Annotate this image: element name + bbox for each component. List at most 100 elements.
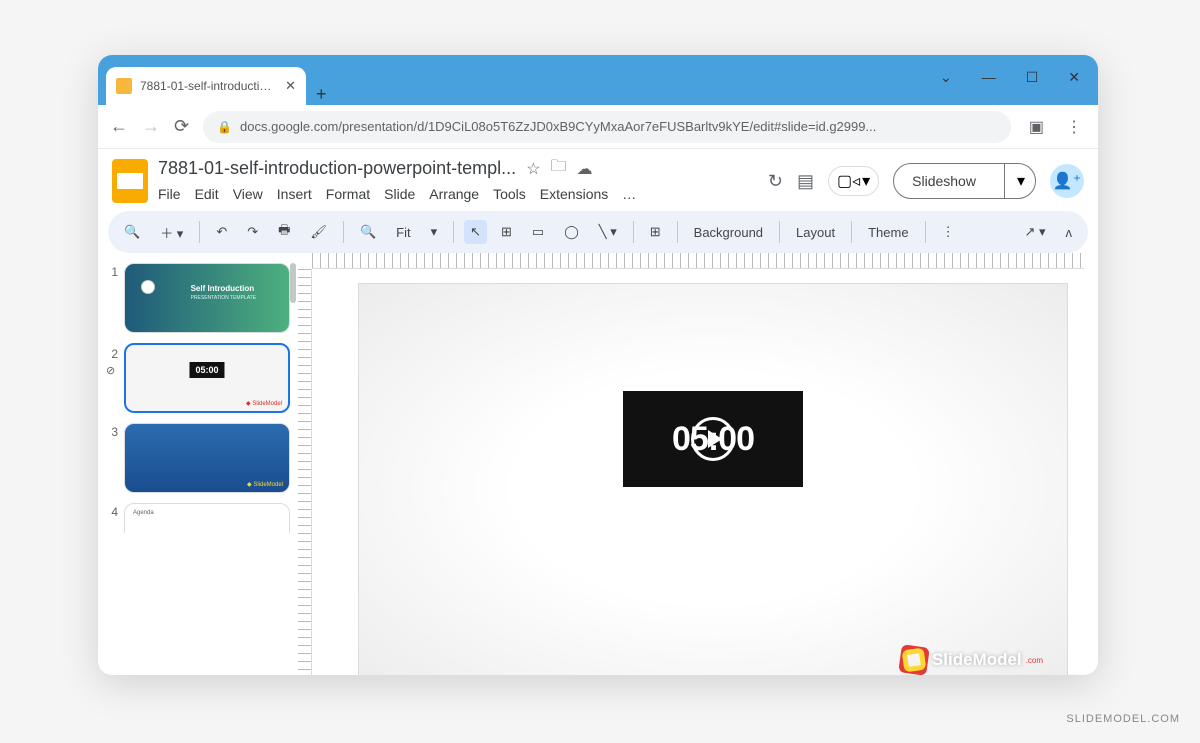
menu-arrange[interactable]: Arrange bbox=[429, 186, 479, 202]
cloud-status-icon[interactable]: ☁ bbox=[577, 159, 593, 179]
menu-view[interactable]: View bbox=[233, 186, 263, 202]
background-button[interactable]: Background bbox=[688, 221, 769, 244]
play-icon[interactable] bbox=[691, 417, 735, 461]
move-icon[interactable]: 🗀 bbox=[551, 155, 567, 182]
chevron-down-icon: ▾ bbox=[862, 171, 870, 191]
camera-icon: ▢◃ bbox=[837, 171, 860, 191]
thumb1-subtitle: PRESENTATION TEMPLATE bbox=[191, 295, 256, 301]
slideshow-button[interactable]: Slideshow bbox=[894, 166, 994, 196]
thumb-row-2: 2 ⊘ 05:00 ◆ SlideModel bbox=[106, 343, 290, 413]
nav-back-button[interactable]: ← bbox=[110, 116, 128, 137]
nav-forward-button[interactable]: → bbox=[142, 116, 160, 137]
divider bbox=[343, 221, 344, 243]
browser-menu-button[interactable]: ⋮ bbox=[1062, 113, 1086, 141]
video-placeholder[interactable]: 05:00 bbox=[623, 391, 803, 487]
install-app-icon[interactable]: ▣ bbox=[1025, 113, 1048, 141]
thumb-row-3: 3 ◆ SlideModel bbox=[106, 423, 290, 493]
meet-button[interactable]: ▢◃ ▾ bbox=[828, 166, 879, 196]
redo-button[interactable]: ↷ bbox=[241, 220, 264, 244]
ruler-horizontal bbox=[312, 253, 1084, 269]
thumb4-header: Agenda bbox=[133, 510, 154, 516]
slide-thumb-2[interactable]: 05:00 ◆ SlideModel bbox=[124, 343, 290, 413]
address-bar-row: ← → ⟳ 🔒 docs.google.com/presentation/d/1… bbox=[98, 105, 1098, 149]
shape-tool[interactable]: ◯ bbox=[558, 220, 585, 244]
slidemodel-logo: SlideModel .com bbox=[900, 646, 1043, 674]
ruler-vertical bbox=[298, 269, 312, 675]
thumb-number: 2 bbox=[106, 347, 118, 361]
app-header: 7881-01-self-introduction-powerpoint-tem… bbox=[98, 149, 1098, 203]
search-button[interactable]: 🔍 bbox=[118, 220, 146, 244]
browser-tab[interactable]: 7881-01-self-introduction-powe ✕ bbox=[106, 67, 306, 105]
window-close-button[interactable]: ✕ bbox=[1068, 69, 1080, 86]
divider bbox=[453, 221, 454, 243]
select-tool[interactable]: ↖ bbox=[464, 220, 487, 244]
menu-insert[interactable]: Insert bbox=[277, 186, 312, 202]
menu-format[interactable]: Format bbox=[326, 186, 370, 202]
new-slide-button[interactable]: ＋ ▾ bbox=[154, 219, 189, 246]
menu-edit[interactable]: Edit bbox=[195, 186, 219, 202]
app-logo[interactable] bbox=[112, 159, 148, 203]
address-bar[interactable]: 🔒 docs.google.com/presentation/d/1D9CiL0… bbox=[203, 111, 1011, 143]
divider bbox=[851, 221, 852, 243]
lock-icon: 🔒 bbox=[217, 120, 232, 134]
comment-tool[interactable]: ⊞ bbox=[644, 220, 667, 244]
editing-mode-button[interactable]: ↗ ▾ bbox=[1018, 220, 1051, 244]
menu-file[interactable]: File bbox=[158, 186, 181, 202]
menu-more[interactable]: … bbox=[622, 186, 636, 202]
zoom-icon[interactable]: 🔍 bbox=[354, 220, 382, 244]
person-add-icon: 👤⁺ bbox=[1053, 171, 1081, 191]
layout-button[interactable]: Layout bbox=[790, 221, 841, 244]
divider bbox=[925, 221, 926, 243]
toolbar: 🔍 ＋ ▾ ↶ ↷ 🖶 🖌 🔍 Fit ▾ ↖ ⊞ ▭ ◯ ╲ ▾ ⊞ Back… bbox=[108, 211, 1088, 253]
slide-thumb-1[interactable]: Self Introduction PRESENTATION TEMPLATE bbox=[124, 263, 290, 333]
collapse-toolbar-button[interactable]: ʌ bbox=[1060, 221, 1079, 244]
logo-text: SlideModel bbox=[932, 650, 1022, 670]
line-tool[interactable]: ╲ ▾ bbox=[593, 220, 623, 244]
window-minimize-button[interactable]: ― bbox=[982, 69, 996, 86]
browser-titlebar: 7881-01-self-introduction-powe ✕ + ⌄ ― ☐… bbox=[98, 55, 1098, 105]
more-tools[interactable]: ⋮ bbox=[936, 220, 961, 244]
divider bbox=[779, 221, 780, 243]
canvas-area: 05:00 SlideModel .com ‹ bbox=[298, 253, 1098, 675]
share-button[interactable]: 👤⁺ bbox=[1050, 164, 1084, 198]
thumb1-title: Self Introduction bbox=[191, 284, 255, 293]
thumb-number: 4 bbox=[106, 505, 118, 519]
paint-format-button[interactable]: 🖌 bbox=[304, 220, 333, 244]
window-maximize-button[interactable]: ☐ bbox=[1026, 69, 1039, 86]
link-icon: ⊘ bbox=[106, 364, 118, 377]
nav-reload-button[interactable]: ⟳ bbox=[174, 116, 189, 137]
header-right: ↻ ▤ ▢◃ ▾ Slideshow ▾ 👤⁺ bbox=[768, 163, 1084, 199]
zoom-level[interactable]: Fit bbox=[390, 221, 416, 244]
window-minimize-chevron[interactable]: ⌄ bbox=[940, 69, 952, 86]
menu-tools[interactable]: Tools bbox=[493, 186, 526, 202]
menu-slide[interactable]: Slide bbox=[384, 186, 415, 202]
textbox-tool[interactable]: ⊞ bbox=[495, 220, 518, 244]
url-text: docs.google.com/presentation/d/1D9CiL08o… bbox=[240, 119, 997, 134]
image-tool[interactable]: ▭ bbox=[526, 220, 550, 244]
slideshow-caret[interactable]: ▾ bbox=[1004, 164, 1035, 198]
watermark: SLIDEMODEL.COM bbox=[1066, 713, 1180, 725]
zoom-dropdown[interactable]: ▾ bbox=[425, 220, 444, 244]
comments-icon[interactable]: ▤ bbox=[797, 171, 814, 192]
menu-extensions[interactable]: Extensions bbox=[540, 186, 608, 202]
slide-thumb-4[interactable]: Agenda bbox=[124, 503, 290, 533]
doc-title[interactable]: 7881-01-self-introduction-powerpoint-tem… bbox=[158, 158, 516, 179]
slide-thumb-3[interactable]: ◆ SlideModel bbox=[124, 423, 290, 493]
history-icon[interactable]: ↻ bbox=[768, 171, 783, 192]
slide-canvas[interactable]: 05:00 SlideModel .com bbox=[358, 283, 1068, 675]
thumb-row-4: 4 Agenda bbox=[106, 503, 290, 533]
slides-favicon bbox=[116, 78, 132, 94]
undo-button[interactable]: ↶ bbox=[210, 220, 233, 244]
theme-button[interactable]: Theme bbox=[862, 221, 914, 244]
title-menu-block: 7881-01-self-introduction-powerpoint-tem… bbox=[158, 155, 758, 202]
thumb-logo: ◆ SlideModel bbox=[247, 481, 283, 488]
window-controls: ⌄ ― ☐ ✕ bbox=[940, 69, 1080, 86]
divider bbox=[199, 221, 200, 243]
workspace: 1 Self Introduction PRESENTATION TEMPLAT… bbox=[98, 253, 1098, 675]
star-icon[interactable]: ☆ bbox=[526, 159, 540, 179]
panel-scrollbar[interactable] bbox=[290, 263, 296, 303]
tab-close-button[interactable]: ✕ bbox=[285, 78, 296, 94]
print-button[interactable]: 🖶 bbox=[272, 217, 296, 247]
thumb-number: 1 bbox=[106, 265, 118, 279]
new-tab-button[interactable]: + bbox=[306, 84, 337, 105]
